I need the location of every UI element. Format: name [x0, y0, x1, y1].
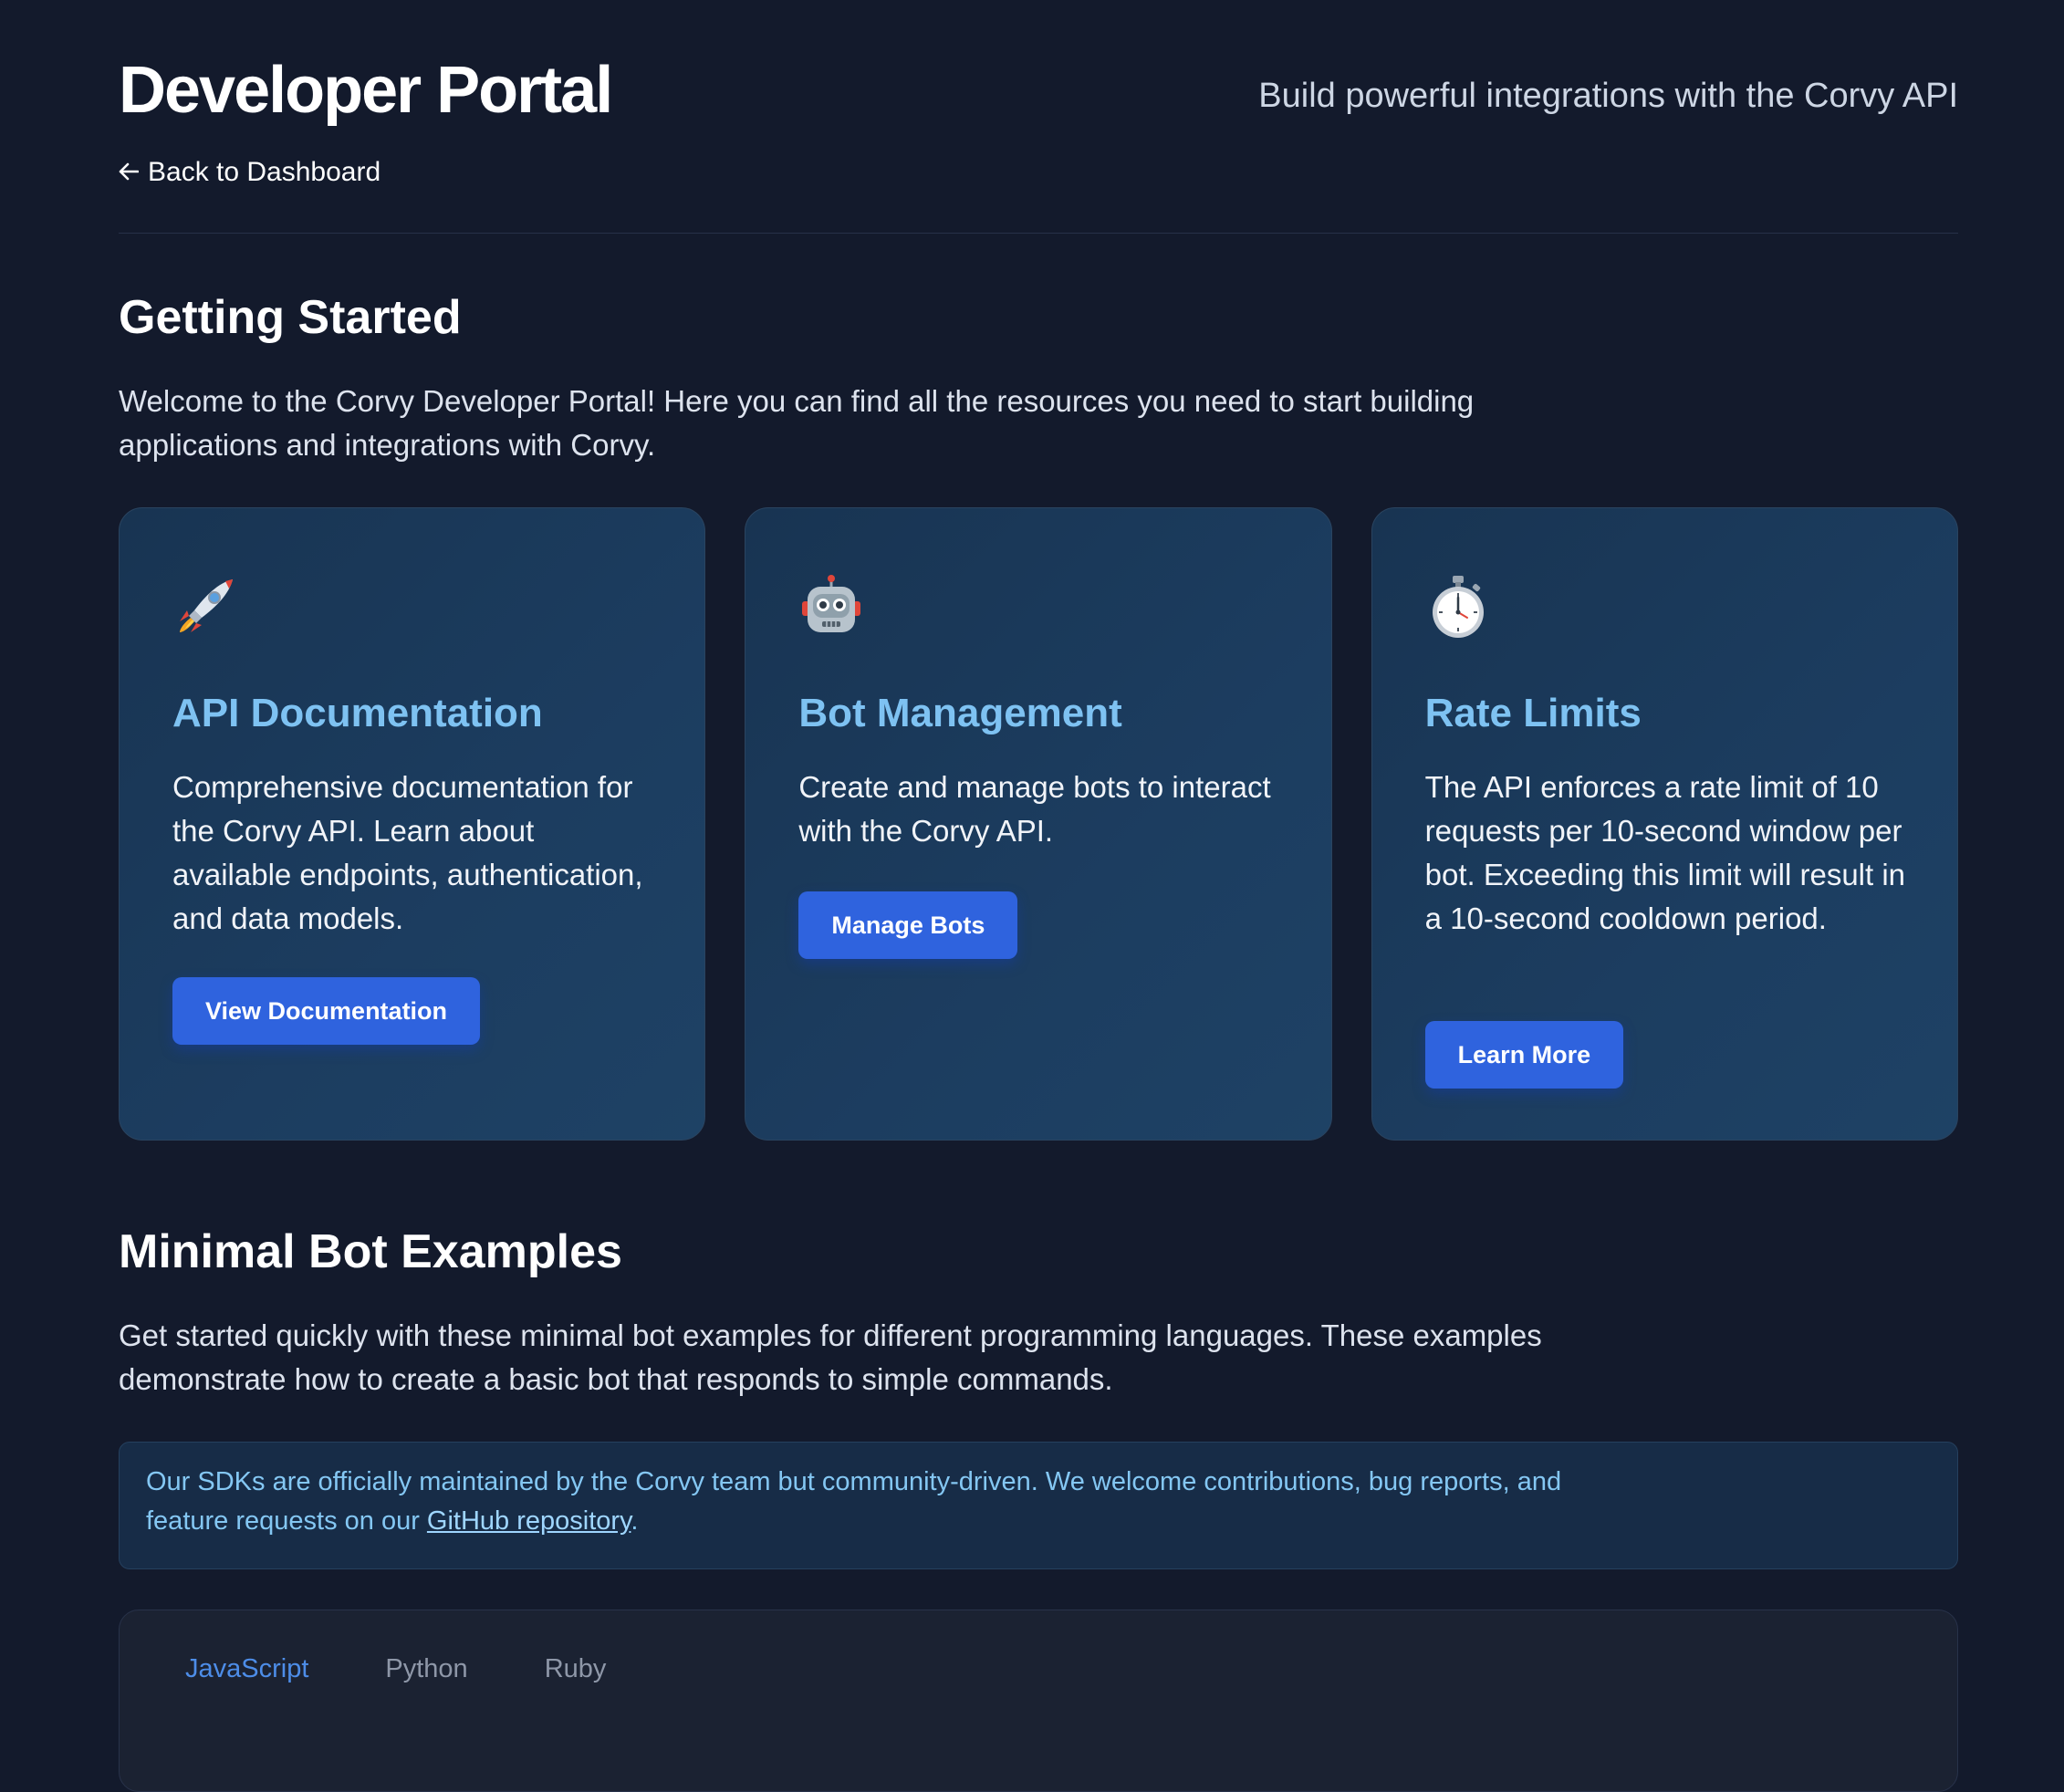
header-tagline: Build powerful integrations with the Cor…: [1258, 77, 1958, 115]
developer-portal-page: Developer Portal Build powerful integrat…: [0, 0, 2064, 1792]
rocket-icon: [172, 574, 238, 640]
getting-started-intro: Welcome to the Corvy Developer Portal! H…: [119, 384, 1475, 462]
stopwatch-icon: [1425, 574, 1491, 640]
learn-more-button[interactable]: Learn More: [1424, 1021, 1624, 1089]
card-description: Comprehensive documentation for the Corv…: [172, 770, 643, 935]
github-repository-link[interactable]: GitHub repository: [427, 1506, 631, 1536]
main-container: Developer Portal Build powerful integrat…: [119, 0, 1958, 1792]
tab-ruby[interactable]: Ruby: [545, 1654, 607, 1684]
robot-icon: [798, 574, 864, 640]
back-to-dashboard-link[interactable]: Back to Dashboard: [119, 157, 380, 188]
sdk-notice: Our SDKs are officially maintained by th…: [119, 1442, 1958, 1569]
language-tabs: JavaScript Python Ruby: [185, 1654, 606, 1684]
card-title: Bot Management: [798, 691, 1122, 735]
page-title: Developer Portal: [119, 54, 613, 127]
card-title: API Documentation: [172, 691, 543, 735]
back-link-label: Back to Dashboard: [148, 157, 381, 187]
card-description: Create and manage bots to interact with …: [798, 770, 1271, 848]
page-header: Developer Portal Build powerful integrat…: [119, 0, 1958, 234]
code-examples-panel: JavaScript Python Ruby: [119, 1610, 1958, 1792]
notice-text-prefix: Our SDKs are officially maintained by th…: [146, 1467, 1562, 1536]
notice-text-suffix: .: [631, 1506, 639, 1536]
feature-cards: API Documentation Comprehensive document…: [119, 507, 1958, 1141]
tab-javascript[interactable]: JavaScript: [185, 1654, 308, 1684]
tab-python[interactable]: Python: [385, 1654, 467, 1684]
card-title: Rate Limits: [1424, 691, 1642, 735]
view-documentation-button[interactable]: View Documentation: [172, 977, 481, 1045]
getting-started-title: Getting Started: [119, 291, 462, 344]
examples-intro: Get started quickly with these minimal b…: [119, 1318, 1542, 1396]
card-description: The API enforces a rate limit of 10 requ…: [1424, 770, 1906, 935]
card-api-documentation: API Documentation Comprehensive document…: [119, 507, 706, 1141]
manage-bots-button[interactable]: Manage Bots: [798, 891, 1018, 959]
sdk-notice-text: Our SDKs are officially maintained by th…: [146, 1463, 1569, 1541]
card-rate-limits: Rate Limits The API enforces a rate limi…: [1371, 507, 1958, 1141]
minimal-bot-examples-title: Minimal Bot Examples: [119, 1225, 622, 1278]
card-bot-management: Bot Management Create and manage bots to…: [745, 507, 1332, 1141]
arrow-left-icon: [119, 159, 140, 186]
